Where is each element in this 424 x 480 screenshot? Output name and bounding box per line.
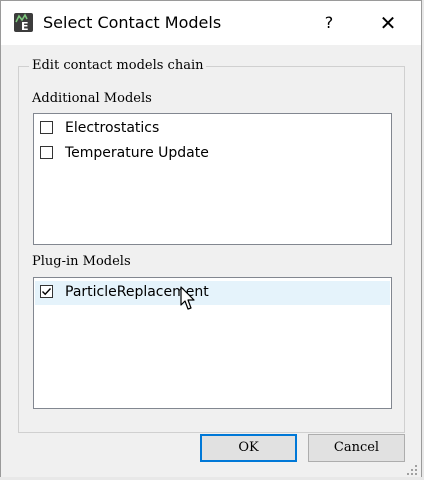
dialog-window: E Select Contact Models ? ✕ Edit contact… <box>0 0 422 477</box>
particle-replacement-checkbox[interactable] <box>40 285 53 298</box>
help-button[interactable]: ? <box>315 9 343 37</box>
list-item-label: Electrostatics <box>65 120 160 136</box>
cancel-button[interactable]: Cancel <box>308 434 405 462</box>
close-button[interactable]: ✕ <box>369 9 407 37</box>
list-item-label: Temperature Update <box>65 145 209 161</box>
ok-button[interactable]: OK <box>200 434 297 462</box>
title-bar[interactable]: E Select Contact Models ? ✕ <box>1 1 421 45</box>
temperature-update-checkbox[interactable] <box>40 146 53 159</box>
list-item-electrostatics[interactable]: Electrostatics <box>35 117 390 141</box>
app-icon: E <box>14 13 33 32</box>
list-item-temperature-update[interactable]: Temperature Update <box>35 142 390 166</box>
additional-models-label: Additional Models <box>32 91 152 106</box>
mouse-cursor-icon <box>180 286 195 310</box>
svg-text:E: E <box>21 20 29 32</box>
plugin-models-list[interactable]: ParticleReplacement <box>33 277 392 409</box>
plugin-models-label: Plug-in Models <box>32 254 131 269</box>
additional-models-list[interactable]: Electrostatics Temperature Update <box>33 113 392 245</box>
resize-grip-icon[interactable] <box>406 461 418 475</box>
list-item-particle-replacement[interactable]: ParticleReplacement <box>35 281 390 305</box>
dialog-title: Select Contact Models <box>43 13 222 32</box>
electrostatics-checkbox[interactable] <box>40 121 53 134</box>
dialog-body: Edit contact models chain Additional Mod… <box>1 45 421 477</box>
groupbox-title: Edit contact models chain <box>29 58 207 73</box>
check-icon <box>42 288 52 296</box>
